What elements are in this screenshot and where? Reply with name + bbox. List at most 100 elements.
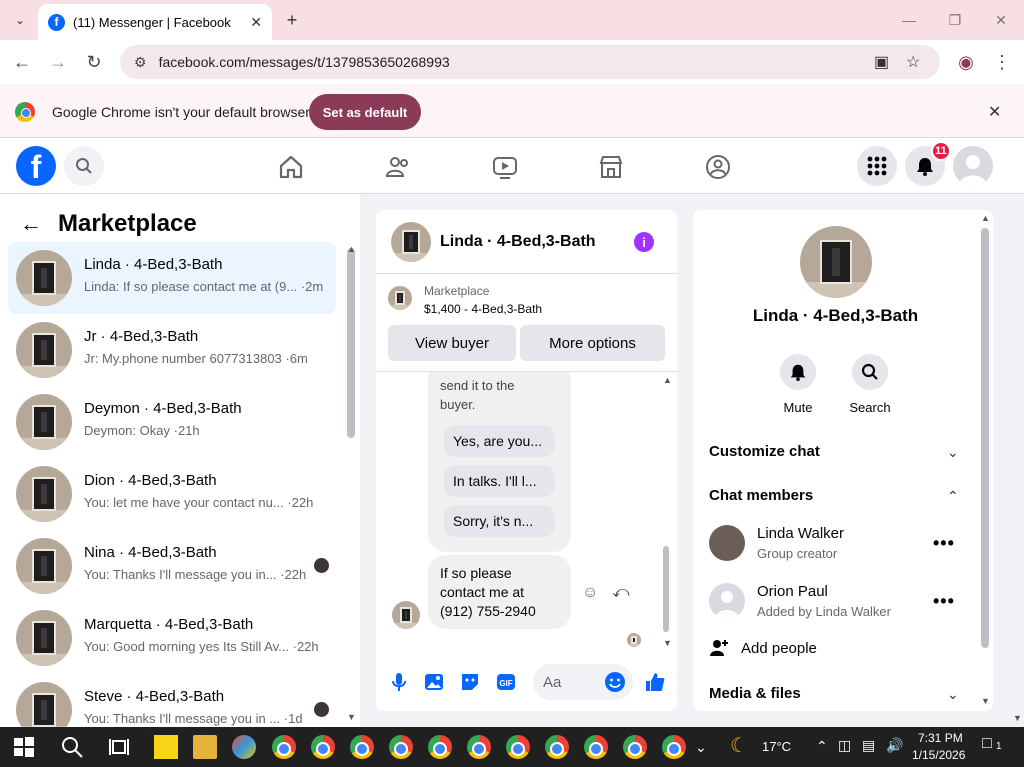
chrome-taskbar-icon[interactable] xyxy=(662,735,686,759)
forward-icon[interactable]: → xyxy=(46,50,70,74)
chrome-menu-icon[interactable]: ⋮ xyxy=(990,50,1014,74)
reload-icon[interactable]: ↻ xyxy=(82,50,106,74)
chat-listing-thumbnail[interactable] xyxy=(391,222,431,262)
task-view-icon[interactable] xyxy=(107,735,131,759)
chrome-taskbar-icon[interactable] xyxy=(623,735,647,759)
info-scrollbar[interactable] xyxy=(981,228,989,648)
tab-close-icon[interactable]: ✕ xyxy=(250,14,262,31)
facebook-logo-icon[interactable]: f xyxy=(16,146,56,186)
member-linda-walker[interactable]: Linda Walker Group creator ••• xyxy=(709,525,969,565)
weather-moon-icon[interactable]: ☾ xyxy=(730,733,748,758)
chat-info-icon[interactable]: i xyxy=(634,232,654,252)
scroll-up-arrow-icon[interactable]: ▲ xyxy=(347,244,356,254)
customize-chat-row[interactable]: Customize chat xyxy=(709,443,820,460)
add-people-row[interactable]: Add people xyxy=(709,638,817,658)
minimize-icon[interactable]: — xyxy=(894,8,924,32)
back-arrow-icon[interactable]: ← xyxy=(20,211,42,237)
windows-start-icon[interactable] xyxy=(12,735,36,759)
conversation-item[interactable]: Marquetta · 4-Bed,3-Bath You: Good mornin… xyxy=(8,602,336,674)
more-options-button[interactable]: More options xyxy=(520,325,665,361)
page-scroll-down-icon[interactable]: ▼ xyxy=(1013,713,1022,723)
browser-tab-active[interactable]: f (11) Messenger | Facebook ✕ xyxy=(38,4,272,40)
member-orion-paul[interactable]: Orion Paul Added by Linda Walker ••• xyxy=(709,583,969,623)
taskbar-search-icon[interactable] xyxy=(60,735,84,759)
window-close-icon[interactable]: ✕ xyxy=(986,8,1016,32)
chrome-taskbar-icon[interactable] xyxy=(428,735,452,759)
msg-scroll-down-icon[interactable]: ▼ xyxy=(663,638,672,648)
customize-chevron-down-icon[interactable]: ⌄ xyxy=(947,444,959,461)
member-more-icon[interactable]: ••• xyxy=(933,533,955,554)
groups-icon[interactable] xyxy=(705,154,731,180)
microphone-icon[interactable] xyxy=(388,671,410,693)
set-as-default-button[interactable]: Set as default xyxy=(309,94,421,130)
search-action[interactable]: Search xyxy=(840,354,900,415)
weather-temp[interactable]: 17°C xyxy=(762,739,791,754)
conversation-scrollbar[interactable] xyxy=(347,248,355,438)
menu-grid-button[interactable] xyxy=(857,146,897,186)
like-thumbs-up-icon[interactable] xyxy=(644,671,666,693)
tray-device-icon[interactable]: ◫ xyxy=(838,737,851,754)
chrome-taskbar-icon[interactable] xyxy=(389,735,413,759)
message-scrollbar[interactable] xyxy=(663,546,669,632)
react-smiley-icon[interactable]: ☺ xyxy=(582,584,598,602)
sticker-icon[interactable] xyxy=(459,671,481,693)
back-icon[interactable]: ← xyxy=(10,50,34,74)
infobar-close-icon[interactable]: ✕ xyxy=(988,102,1001,122)
conversation-item[interactable]: Jr · 4-Bed,3-Bath Jr: My.phone number 607… xyxy=(8,314,336,386)
listing-title[interactable]: $1,400 - 4-Bed,3-Bath xyxy=(424,302,542,316)
home-icon[interactable] xyxy=(278,154,304,180)
conversation-item[interactable]: Steve · 4-Bed,3-Bath You: Thanks I'll mes… xyxy=(8,674,336,727)
chrome-taskbar-icon[interactable] xyxy=(272,735,296,759)
info-avatar[interactable] xyxy=(800,226,872,298)
chrome-taskbar-icon[interactable] xyxy=(545,735,569,759)
photo-attach-icon[interactable] xyxy=(423,671,445,693)
clock-time[interactable]: 7:31 PM xyxy=(918,731,963,745)
scroll-down-arrow-icon[interactable]: ▼ xyxy=(347,712,356,722)
friends-icon[interactable] xyxy=(385,154,411,180)
quick-reply-3[interactable]: Sorry, it's n... xyxy=(444,505,555,537)
network-icon[interactable]: ▤ xyxy=(862,737,875,754)
emoji-icon[interactable] xyxy=(604,671,626,693)
marketplace-store-icon[interactable] xyxy=(598,154,624,180)
bookmark-star-icon[interactable]: ☆ xyxy=(906,52,920,72)
media-files-row[interactable]: Media & files xyxy=(709,685,801,702)
chrome-taskbar-icon[interactable] xyxy=(584,735,608,759)
msg-scroll-up-icon[interactable]: ▲ xyxy=(663,375,672,385)
media-chevron-down-icon[interactable]: ⌄ xyxy=(947,686,959,703)
profile-icon[interactable]: ◉ xyxy=(954,50,978,74)
restore-icon[interactable]: ❐ xyxy=(940,8,970,32)
info-scroll-up-icon[interactable]: ▲ xyxy=(981,213,990,223)
mute-action[interactable]: Mute xyxy=(768,354,828,415)
reply-arrow-icon[interactable]: ⤺ xyxy=(612,584,629,602)
view-buyer-button[interactable]: View buyer xyxy=(388,325,516,361)
facebook-search-button[interactable] xyxy=(64,146,104,186)
account-avatar-button[interactable] xyxy=(953,146,993,186)
conversation-item[interactable]: Linda · 4-Bed,3-Bath Linda: If so please … xyxy=(8,242,336,314)
conversation-item[interactable]: Nina · 4-Bed,3-Bath You: Thanks I'll mess… xyxy=(8,530,336,602)
new-tab-icon[interactable]: + xyxy=(280,8,304,32)
quick-reply-1[interactable]: Yes, are you... xyxy=(444,425,555,457)
action-center-icon[interactable]: □ xyxy=(982,735,992,753)
file-explorer-icon[interactable] xyxy=(193,735,217,759)
site-settings-icon[interactable]: ⚙ xyxy=(134,54,147,71)
chrome-taskbar-icon[interactable] xyxy=(506,735,530,759)
chat-name[interactable]: Linda · 4-Bed,3-Bath xyxy=(440,233,596,251)
quick-reply-2[interactable]: In talks. I'll l... xyxy=(444,465,555,497)
paint-icon[interactable] xyxy=(232,735,256,759)
tab-search-icon[interactable]: ⌄ xyxy=(8,8,32,32)
install-app-icon[interactable]: ▣ xyxy=(874,52,889,72)
taskbar-chevron-icon[interactable]: ⌄ xyxy=(695,739,707,756)
members-chevron-up-icon[interactable]: ⌃ xyxy=(947,488,959,505)
gif-icon[interactable]: GIF xyxy=(495,671,517,693)
chrome-taskbar-icon[interactable] xyxy=(350,735,374,759)
address-bar[interactable]: ⚙ facebook.com/messages/t/13798536502689… xyxy=(120,45,940,79)
conversation-item[interactable]: Deymon · 4-Bed,3-Bath Deymon: Okay ·21h xyxy=(8,386,336,458)
tray-up-arrow-icon[interactable]: ⌃ xyxy=(816,738,828,755)
watch-video-icon[interactable] xyxy=(492,154,518,180)
info-scroll-down-icon[interactable]: ▼ xyxy=(981,696,990,706)
chrome-taskbar-icon[interactable] xyxy=(311,735,335,759)
sticky-notes-icon[interactable] xyxy=(154,735,178,759)
member-more-icon[interactable]: ••• xyxy=(933,591,955,612)
chrome-taskbar-icon[interactable] xyxy=(467,735,491,759)
clock-date[interactable]: 1/15/2026 xyxy=(912,748,965,762)
